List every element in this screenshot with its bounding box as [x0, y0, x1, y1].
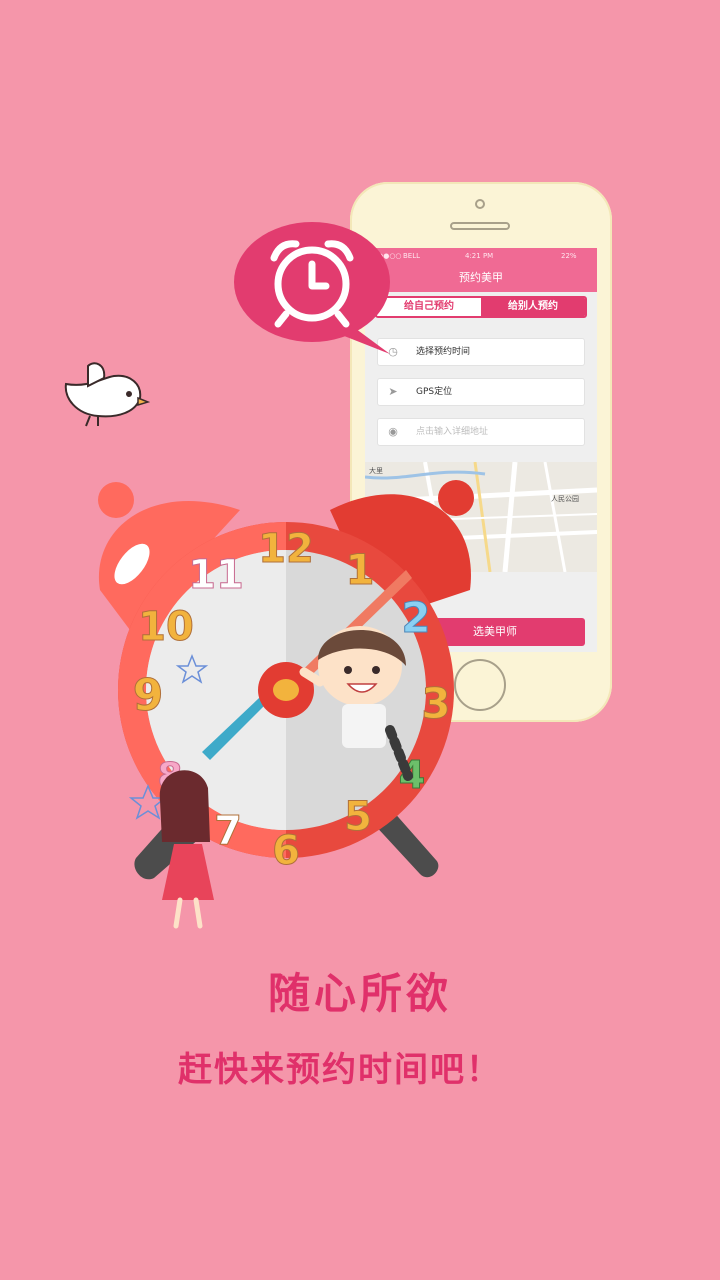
- tab-self[interactable]: 给自己预约: [377, 298, 481, 316]
- clock-number-6: 6: [272, 828, 300, 874]
- alarm-bubble-icon: [234, 222, 390, 354]
- page-title: 预约美甲: [365, 264, 597, 292]
- location-arrow-icon: ➤: [388, 385, 398, 398]
- time-select-label: 选择预约时间: [416, 347, 471, 357]
- map-label-park: 人民公园: [551, 495, 579, 503]
- clock-number-12: 12: [258, 526, 314, 572]
- headline: 随心所欲: [267, 969, 452, 1018]
- status-time: 4:21 PM: [465, 252, 494, 260]
- booking-tabs: 给自己预约 给别人预约: [375, 296, 587, 318]
- speaker-grille: [450, 222, 510, 230]
- clock-number-11: 11: [188, 552, 244, 598]
- alarm-clock-illustration: 12 1 2 3 4 5 6 7 8 9 10 11: [98, 480, 474, 929]
- tab-others[interactable]: 给别人预约: [481, 298, 585, 316]
- clock-number-7: 7: [214, 808, 242, 854]
- battery-label: 22%: [561, 252, 577, 260]
- address-placeholder: 点击输入详细地址: [416, 427, 489, 437]
- clock-number-5: 5: [344, 794, 372, 840]
- address-input[interactable]: ◉ 点击输入详细地址: [377, 418, 585, 446]
- clock-number-10: 10: [138, 604, 194, 650]
- gps-label: GPS定位: [416, 387, 453, 397]
- carrier-label: BELL: [403, 252, 421, 260]
- clock-number-3: 3: [421, 679, 450, 728]
- clock-number-2: 2: [401, 593, 430, 642]
- clock-number-9: 9: [133, 670, 164, 721]
- subline: 赶快来预约时间吧！: [178, 1050, 502, 1090]
- gps-field[interactable]: ➤ GPS定位: [377, 378, 585, 406]
- bird-icon: [64, 362, 150, 427]
- clock-number-1: 1: [345, 545, 374, 594]
- time-select-field[interactable]: ◷ 选择预约时间: [377, 338, 585, 366]
- camera-icon: [475, 199, 485, 209]
- status-bar: ●●●○○ BELL 4:21 PM 22%: [365, 248, 597, 264]
- map-pin-icon: ◉: [388, 425, 398, 438]
